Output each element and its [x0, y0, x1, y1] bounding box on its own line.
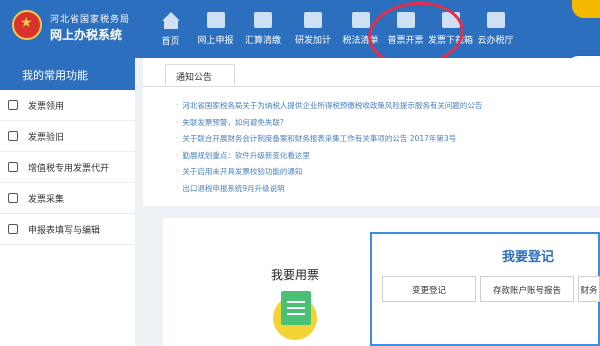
tab-notices[interactable]: 通知公告	[165, 64, 235, 86]
notice-list: 河北省国家税务局关于为纳税人提供企业所得税预缴税收政策风险提示服务有关问题的公告…	[176, 98, 596, 197]
nav-label: 云办税厅	[477, 36, 514, 46]
sidebar-item-label: 发票领用	[28, 101, 65, 112]
shield-icon	[8, 131, 18, 141]
sidebar-item-vat-invoice[interactable]: 增值税专用发票代开	[0, 152, 135, 183]
logo-subtitle: 河北省国家税务局	[50, 15, 131, 25]
sidebar-item-label: 发票验旧	[28, 132, 65, 143]
sidebar: 我的常用功能 发票领用 发票验旧 增值税专用发票代开 发票采集 申报表填写与编辑	[0, 58, 135, 346]
register-panel: 我要登记 变更登记 存款账户账号报告 财务	[370, 232, 600, 346]
list-item[interactable]: 关于启用未开具发票校验功能的通知	[176, 164, 596, 181]
list-item[interactable]: 出口退税申报系统9月升级说明	[176, 181, 596, 198]
edit-icon	[8, 224, 18, 234]
sidebar-item-invoice-verify[interactable]: 发票验旧	[0, 121, 135, 152]
list-icon	[351, 12, 370, 28]
nav-label: 研发加计	[294, 36, 331, 46]
list-item[interactable]: 河北省国家税务局关于为纳税人提供企业所得税预缴税收政策风险提示服务有关问题的公告	[176, 98, 596, 115]
register-title: 我要登记	[502, 250, 555, 265]
sidebar-item-report-edit[interactable]: 申报表填写与编辑	[0, 214, 135, 245]
receipt-icon	[8, 162, 18, 172]
sidebar-title: 我的常用功能	[0, 58, 135, 90]
form-icon	[206, 12, 225, 28]
sidebar-item-invoice-collect[interactable]: 发票采集	[0, 183, 135, 214]
nav-label: 首页	[161, 37, 180, 47]
list-item[interactable]: 勤展规划重点：软件升级新变化看这里	[176, 148, 596, 165]
calculator-icon	[304, 12, 322, 28]
nav-label: 汇算清缴	[244, 36, 281, 46]
home-icon	[161, 12, 180, 21]
nav-item-annual-settlement[interactable]: 汇算清缴	[238, 0, 288, 58]
logo-title: 网上办税系统	[50, 28, 123, 42]
nav-item-home[interactable]: 首页	[148, 0, 193, 58]
nav-item-online-filing[interactable]: 网上申报	[193, 0, 238, 58]
nav-item-cloud-hall[interactable]: 云办税厅	[473, 0, 518, 58]
tax-emblem-icon	[12, 10, 42, 40]
sidebar-item-label: 申报表填写与编辑	[28, 225, 101, 236]
notice-panel: 通知公告 河北省国家税务局关于为纳税人提供企业所得税预缴税收政策风险提示服务有关…	[143, 58, 600, 206]
sidebar-item-label: 发票采集	[28, 194, 65, 205]
list-item[interactable]: 失联发票预警，如何避免失联？	[176, 115, 596, 132]
finance-button[interactable]: 财务	[578, 276, 600, 302]
list-item[interactable]: 关于联合开展财务会计制度备案和财务报表采集工作有关事项的公告 2017年第3号	[176, 131, 596, 148]
nav-item-rd-deduction[interactable]: 研发加计	[288, 0, 338, 58]
invoice-icon	[8, 100, 18, 110]
document-icon	[254, 12, 272, 28]
account-report-button[interactable]: 存款账户账号报告	[480, 276, 574, 302]
invoice-card-title[interactable]: 我要用票	[271, 266, 319, 283]
sidebar-item-invoice-apply[interactable]: 发票领用	[0, 90, 135, 121]
site-logo[interactable]: 河北省国家税务局 网上办税系统	[8, 6, 148, 52]
cloud-icon	[486, 12, 505, 28]
nav-label: 网上申报	[197, 36, 234, 46]
sidebar-item-label: 增值税专用发票代开	[28, 163, 110, 174]
collect-icon	[8, 193, 18, 203]
change-registration-button[interactable]: 变更登记	[382, 276, 476, 302]
top-header: 河北省国家税务局 网上办税系统 首页 网上申报 汇算清缴 研发加计 税法清单 普…	[0, 0, 600, 58]
document-icon	[281, 291, 311, 325]
user-avatar[interactable]	[572, 0, 600, 18]
divider	[143, 86, 600, 87]
